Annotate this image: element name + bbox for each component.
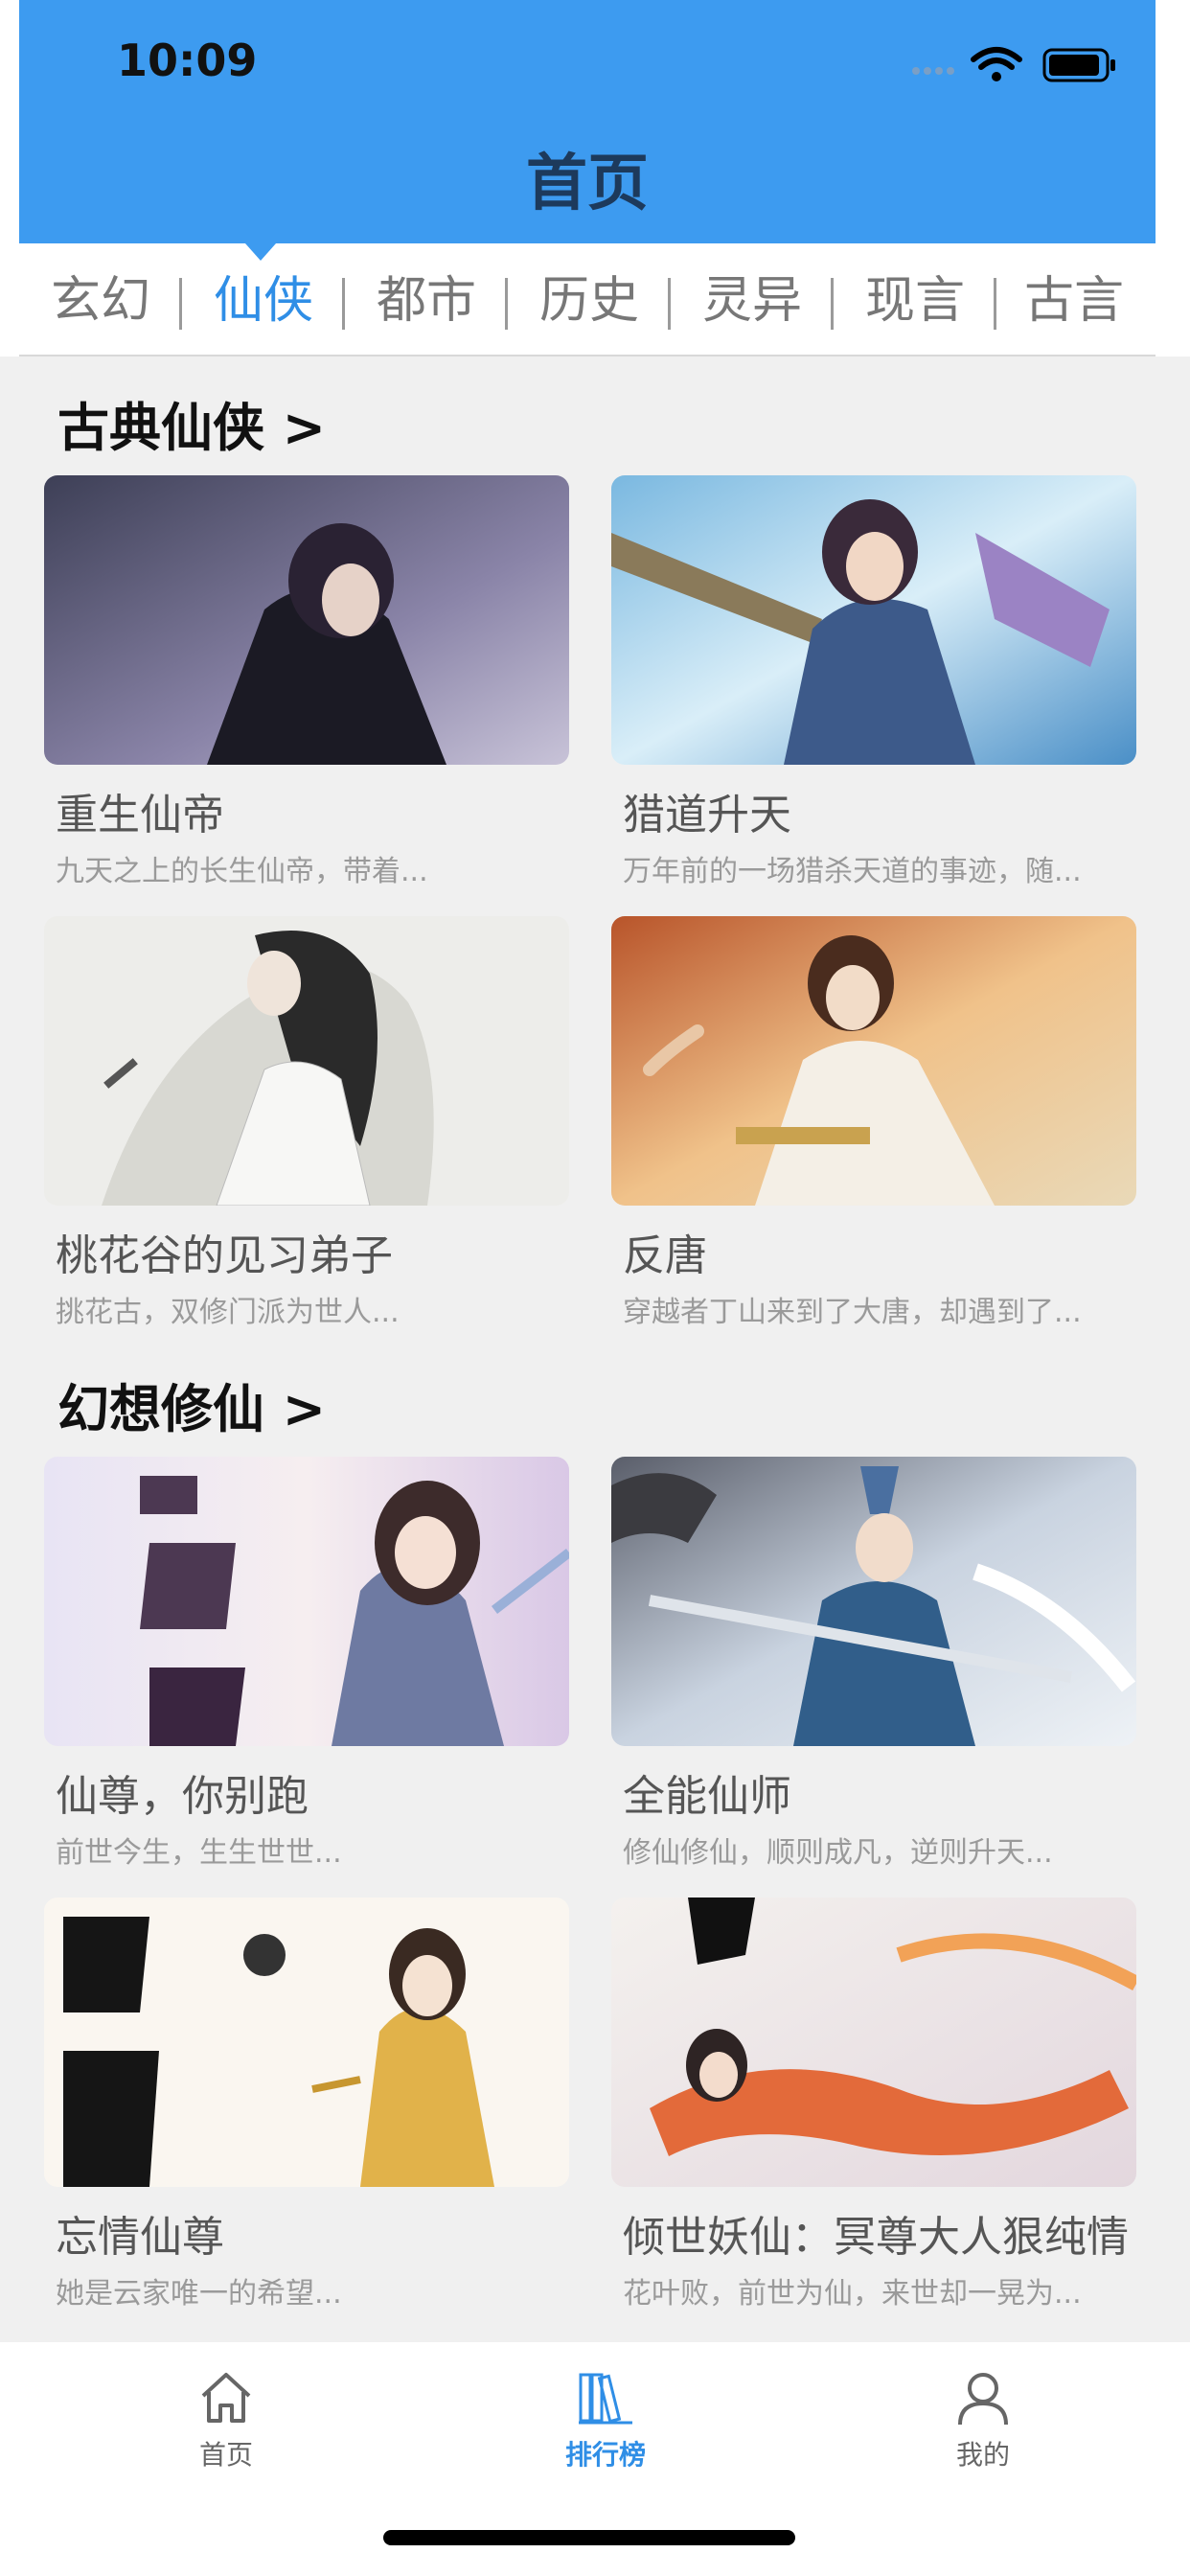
cellular-signal-icon: [912, 67, 954, 75]
book-card[interactable]: 仙尊，你别跑 前世今生，生生世世...: [44, 1457, 569, 1871]
section-title-classic[interactable]: 古典仙侠 >: [57, 385, 326, 461]
tabbar-profile[interactable]: 我的: [906, 2367, 1060, 2472]
book-list: 古典仙侠 > 重生仙帝 九天之上的长生仙帝，带着... 猎道升天 万年前的一场猎…: [0, 356, 1190, 2342]
tab-lishi[interactable]: 历史: [508, 264, 671, 337]
book-desc: 挑花古，双修门派为世人...: [56, 1296, 400, 1329]
book-title: 忘情仙尊: [56, 2213, 224, 2262]
tab-guyan[interactable]: 古言: [993, 264, 1156, 337]
page-title: 首页: [526, 149, 649, 219]
status-time: 10:09: [117, 34, 258, 86]
user-icon: [958, 2373, 1008, 2426]
tab-dushi[interactable]: 都市: [345, 264, 508, 337]
book-cover[interactable]: [611, 916, 1136, 1206]
book-cover[interactable]: [44, 475, 569, 765]
book-title: 桃花谷的见习弟子: [56, 1231, 393, 1280]
tabbar-home-label: 首页: [198, 2439, 253, 2471]
book-desc: 穿越者丁山来到了大唐，却遇到了...: [623, 1296, 1082, 1329]
book-card[interactable]: 桃花谷的见习弟子 挑花古，双修门派为世人...: [44, 916, 569, 1330]
book-title: 倾世妖仙：冥尊大人狠纯情: [623, 2213, 1129, 2262]
book-card[interactable]: 倾世妖仙：冥尊大人狠纯情 花叶败，前世为仙，来世却一晃为...: [611, 1898, 1136, 2312]
section-title-fantasy[interactable]: 幻想修仙 >: [57, 1367, 326, 1442]
book-card[interactable]: 全能仙师 修仙修仙，顺则成凡，逆则升天...: [611, 1457, 1136, 1871]
home-icon: [201, 2373, 251, 2423]
book-title: 仙尊，你别跑: [56, 1772, 309, 1821]
book-desc: 花叶败，前世为仙，来世却一晃为...: [623, 2277, 1082, 2311]
book-cover[interactable]: [611, 1898, 1136, 2187]
book-desc: 她是云家唯一的希望...: [56, 2277, 342, 2311]
tab-xianyan[interactable]: 现言: [834, 264, 996, 337]
home-indicator: [383, 2530, 795, 2545]
book-desc: 前世今生，生生世世...: [56, 1836, 342, 1870]
book-title: 猎道升天: [623, 791, 791, 840]
app-screen: 10:09 首页 玄幻 仙侠 都市 历史 灵异 现言 古言 古典仙侠 > 重生仙…: [0, 0, 1190, 2576]
book-desc: 九天之上的长生仙帝，带着...: [56, 855, 428, 888]
battery-icon: [1042, 48, 1115, 82]
tab-lingyi[interactable]: 灵异: [671, 264, 834, 337]
book-title: 重生仙帝: [56, 791, 224, 840]
book-cover[interactable]: [611, 475, 1136, 765]
book-cover[interactable]: [611, 1457, 1136, 1746]
tab-xuanhuan[interactable]: 玄幻: [19, 264, 182, 337]
book-card[interactable]: 反唐 穿越者丁山来到了大唐，却遇到了...: [611, 916, 1136, 1330]
status-icons: [910, 42, 1121, 84]
book-cover[interactable]: [44, 916, 569, 1206]
tabbar-ranking-label: 排行榜: [564, 2439, 646, 2471]
category-tabs: 玄幻 仙侠 都市 历史 灵异 现言 古言: [19, 243, 1156, 356]
book-desc: 修仙修仙，顺则成凡，逆则升天...: [623, 1836, 1053, 1870]
wifi-icon: [971, 47, 1022, 81]
tab-xianxia[interactable]: 仙侠: [182, 264, 345, 337]
book-title: 反唐: [623, 1231, 707, 1280]
tabbar-ranking[interactable]: 排行榜: [529, 2367, 682, 2472]
tabbar-profile-label: 我的: [955, 2439, 1010, 2471]
book-card[interactable]: 重生仙帝 九天之上的长生仙帝，带着...: [44, 475, 569, 889]
books-icon: [579, 2373, 632, 2425]
book-desc: 万年前的一场猎杀天道的事迹，随...: [623, 855, 1082, 888]
book-card[interactable]: 猎道升天 万年前的一场猎杀天道的事迹，随...: [611, 475, 1136, 889]
book-title: 全能仙师: [623, 1772, 791, 1821]
active-tab-indicator: [245, 243, 276, 261]
book-cover[interactable]: [44, 1457, 569, 1746]
book-card[interactable]: 忘情仙尊 她是云家唯一的希望...: [44, 1898, 569, 2312]
header-bar: 10:09 首页: [19, 0, 1156, 243]
bottom-tab-bar: 首页 排行榜 我的: [19, 2342, 1156, 2496]
tabbar-home[interactable]: 首页: [149, 2367, 303, 2472]
book-cover[interactable]: [44, 1898, 569, 2187]
